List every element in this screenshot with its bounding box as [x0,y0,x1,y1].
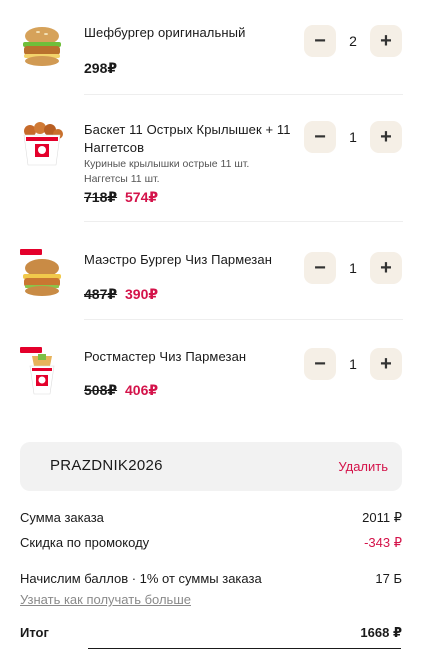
remove-promo-button[interactable]: Удалить [338,459,388,474]
decrease-button[interactable]: − [304,348,336,380]
bottom-divider [88,648,401,649]
chef-burger-image [23,27,61,66]
quantity-value: 1 [349,129,357,145]
price-discounted: 406₽ [125,382,159,398]
item-price: 508₽ 406₽ [84,382,158,399]
total-label: Итог [20,625,49,640]
bucket-image [23,122,63,166]
increase-button[interactable]: + [370,121,402,153]
item-composition-line: Наггетсы 11 шт. [84,173,160,185]
promo-code-box: PRAZDNIK2026 Удалить [20,442,402,491]
order-sum-row: Сумма заказа 2011 ₽ [20,510,402,526]
promo-badge [20,347,42,353]
item-price: 718₽ 574₽ [84,189,158,206]
divider [84,319,403,320]
item-title: Ростмастер Чиз Пармезан [84,349,247,364]
quantity-value: 2 [349,33,357,49]
increase-button[interactable]: + [370,25,402,57]
divider [84,94,403,95]
quantity-value: 1 [349,260,357,276]
order-sum-value: 2011 ₽ [362,510,402,525]
quantity-value: 1 [349,356,357,372]
increase-button[interactable]: + [370,252,402,284]
rostmaster-image [29,354,55,395]
order-sum-label: Сумма заказа [20,510,104,525]
price-old: 487₽ [84,286,118,302]
quantity-stepper: − 1 + [304,252,402,284]
item-title: Шефбургер оригинальный [84,25,246,40]
quantity-stepper: − 1 + [304,121,402,153]
price-discounted: 574₽ [125,189,159,205]
total-value: 1668 ₽ [360,625,402,640]
promo-code: PRAZDNIK2026 [50,457,163,474]
price-discounted: 390₽ [125,286,159,302]
decrease-button[interactable]: − [304,252,336,284]
learn-more-link[interactable]: Узнать как получать больше [20,592,191,607]
maestro-burger-image [23,259,61,296]
item-title: Баскет 11 Острых Крылышек + 11 Наггетсов [84,122,291,155]
decrease-button[interactable]: − [304,25,336,57]
points-row: Начислим баллов · 1% от суммы заказа 17 … [20,571,402,586]
divider [84,221,403,222]
points-label: Начислим баллов · 1% от суммы заказа [20,571,262,586]
item-price: 298₽ [84,60,117,77]
discount-row: Скидка по промокоду -343 ₽ [20,535,402,551]
points-value: 17 Б [375,571,402,586]
increase-button[interactable]: + [370,348,402,380]
price-regular: 298₽ [84,60,118,76]
item-title: Маэстро Бургер Чиз Пармезан [84,252,272,267]
item-price: 487₽ 390₽ [84,286,158,303]
item-composition-line: Куриные крылышки острые 11 шт. [84,158,250,170]
discount-value: -343 ₽ [364,535,402,550]
total-row: Итог 1668 ₽ [20,625,402,641]
discount-label: Скидка по промокоду [20,535,150,550]
promo-badge [20,249,42,255]
price-old: 508₽ [84,382,118,398]
decrease-button[interactable]: − [304,121,336,153]
price-old: 718₽ [84,189,118,205]
quantity-stepper: − 2 + [304,25,402,57]
quantity-stepper: − 1 + [304,348,402,380]
